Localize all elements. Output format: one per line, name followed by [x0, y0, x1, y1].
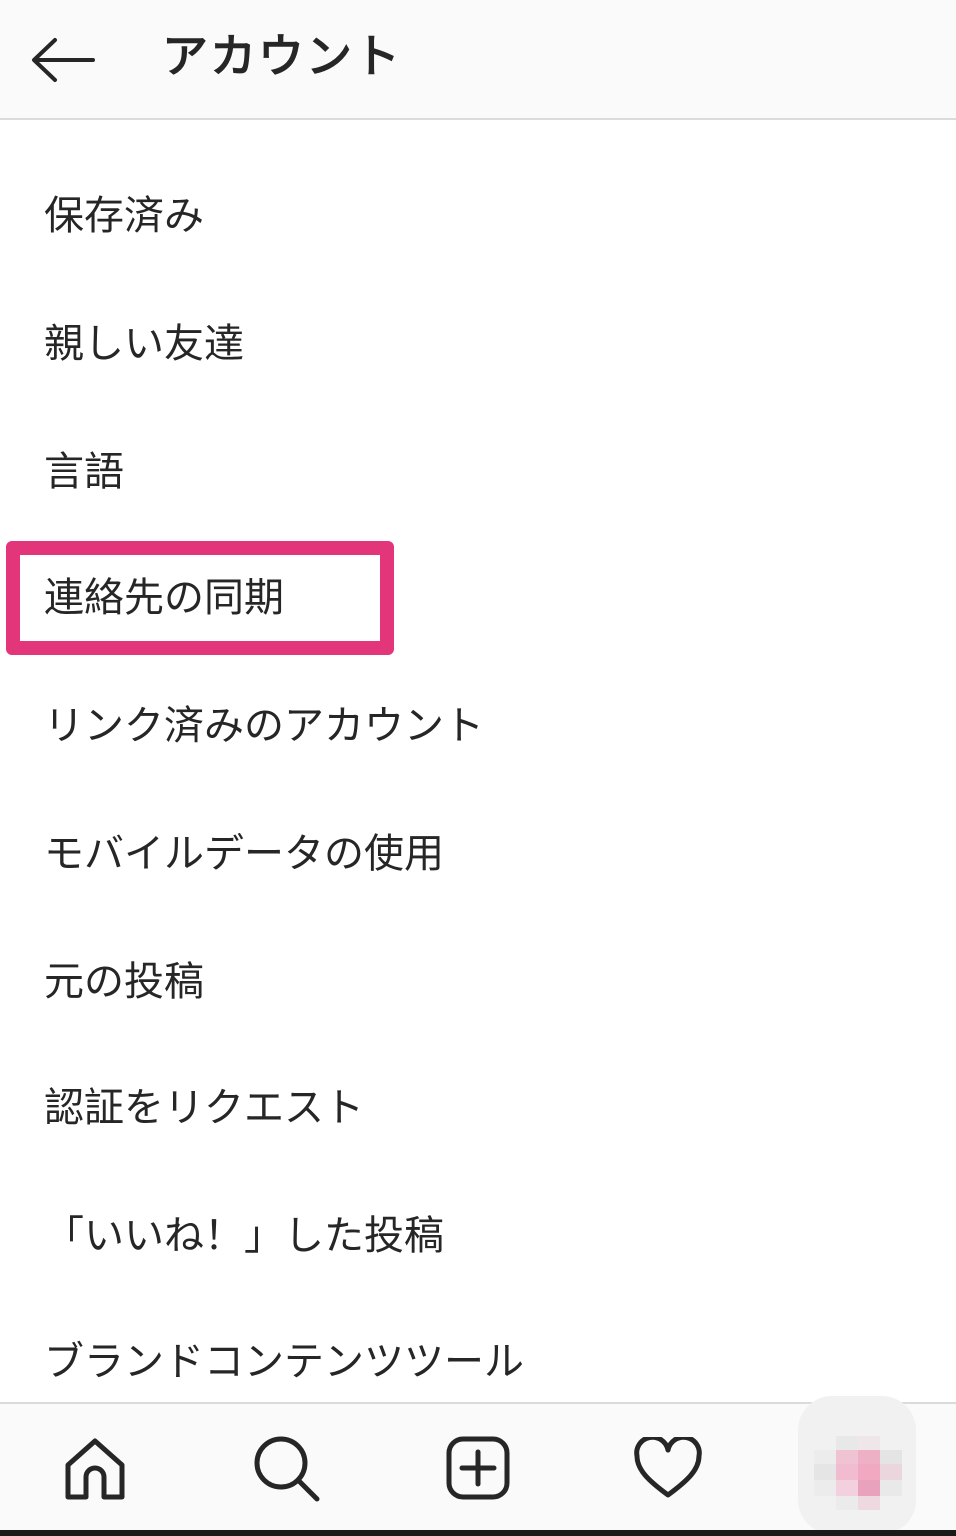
menu-item-label: 連絡先の同期	[44, 575, 284, 621]
menu-item-label: 認証をリクエスト	[44, 1085, 364, 1131]
profile-avatar	[814, 1436, 902, 1514]
menu-item-label: 「いいね！」した投稿	[44, 1213, 444, 1259]
menu-item-label: リンク済みのアカウント	[44, 703, 484, 749]
menu-item-contacts-sync[interactable]: 連絡先の同期	[0, 534, 956, 662]
top-app-bar: アカウント	[0, 0, 956, 120]
page-title: アカウント	[162, 29, 402, 83]
search-icon	[254, 1436, 320, 1502]
menu-item-language[interactable]: 言語	[0, 408, 956, 536]
system-nav-strip	[0, 1530, 956, 1536]
menu-item-original-posts[interactable]: 元の投稿	[0, 918, 956, 1046]
add-post-icon	[446, 1436, 510, 1500]
menu-item-close-friends[interactable]: 親しい友達	[0, 280, 956, 408]
tab-search[interactable]	[250, 1432, 322, 1504]
menu-item-request-verification[interactable]: 認証をリクエスト	[0, 1044, 956, 1172]
back-button[interactable]	[20, 18, 104, 102]
heart-icon	[634, 1437, 702, 1498]
menu-item-label: 保存済み	[44, 193, 204, 239]
tab-home[interactable]	[59, 1432, 131, 1504]
arrow-left-icon	[32, 38, 95, 82]
menu-item-mobile-data[interactable]: モバイルデータの使用	[0, 790, 956, 918]
home-icon	[65, 1438, 125, 1500]
menu-item-label: モバイルデータの使用	[44, 831, 444, 877]
bottom-tab-bar	[0, 1396, 956, 1536]
menu-item-linked-accounts[interactable]: リンク済みのアカウント	[0, 662, 956, 790]
tab-new-post[interactable]	[442, 1432, 514, 1504]
tab-profile[interactable]	[798, 1396, 916, 1534]
menu-item-saved[interactable]: 保存済み	[0, 152, 956, 280]
menu-item-liked-posts[interactable]: 「いいね！」した投稿	[0, 1172, 956, 1300]
menu-item-label: 親しい友達	[44, 321, 244, 367]
menu-item-label: 元の投稿	[44, 959, 204, 1005]
tab-activity[interactable]	[632, 1432, 704, 1504]
menu-item-label: 言語	[44, 449, 124, 495]
